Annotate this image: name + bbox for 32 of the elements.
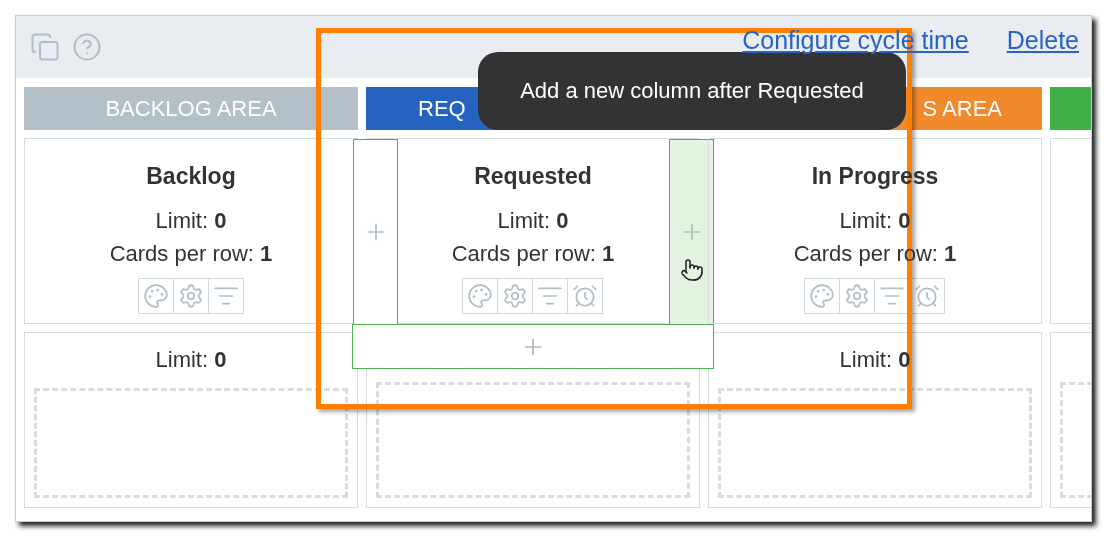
palette-button[interactable]	[462, 278, 498, 314]
gear-button[interactable]	[839, 278, 875, 314]
filter-button[interactable]	[532, 278, 568, 314]
palette-button[interactable]	[804, 278, 840, 314]
palette-icon	[467, 283, 493, 309]
palette-icon	[142, 283, 169, 309]
gear-icon	[502, 283, 528, 309]
alarm-clock-icon	[914, 283, 940, 309]
gear-icon	[844, 283, 870, 309]
cards-per-row-text: Cards per row: 1	[451, 240, 615, 268]
add-column-before-button[interactable]	[353, 139, 398, 325]
area-header: BACKLOG AREA	[24, 87, 358, 130]
copy-icon[interactable]	[30, 32, 60, 62]
palette-button[interactable]	[137, 278, 174, 314]
help-icon[interactable]	[72, 32, 102, 62]
column-title: Backlog	[146, 163, 236, 190]
cards-per-row-text: Cards per row: 1	[109, 240, 273, 268]
toolbar-link[interactable]: Delete	[1006, 25, 1079, 55]
limit-text: Limit: 0	[155, 346, 227, 374]
filter-button[interactable]	[207, 278, 244, 314]
add-column-after-button[interactable]	[669, 139, 714, 325]
hand-cursor-icon	[680, 258, 704, 282]
column-title: Requested	[474, 163, 592, 190]
gear-button[interactable]	[172, 278, 209, 314]
alarm-clock-icon	[572, 283, 598, 309]
palette-icon	[809, 283, 835, 309]
add-lane-button[interactable]	[352, 324, 714, 369]
alarm-clock-button[interactable]	[567, 278, 603, 314]
gear-button[interactable]	[497, 278, 533, 314]
limit-text: Limit: 0	[155, 207, 227, 235]
limit-text: Limit: 0	[497, 207, 569, 235]
gear-icon	[177, 283, 204, 309]
